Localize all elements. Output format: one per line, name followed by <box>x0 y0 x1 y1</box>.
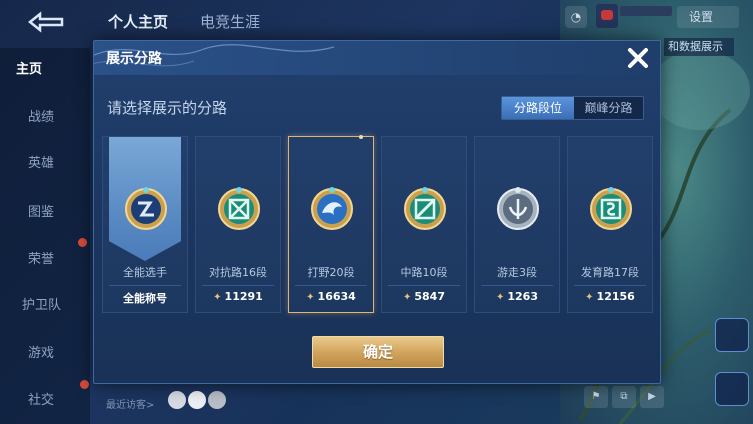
score-icon: ✦ <box>495 292 505 303</box>
recent-visitors[interactable]: 最近访客> <box>106 396 154 411</box>
mid-lane-emblem-icon <box>404 187 446 230</box>
score-icon: ✦ <box>585 292 594 303</box>
sidebar-item-heroes[interactable]: 英雄 <box>0 152 90 176</box>
lane-display-dialog: 展示分路 请选择展示的分路 分路段位 巅峰分路 全能选手 全能称号 对抗路16段… <box>93 40 661 384</box>
dialog-title: 展示分路 <box>106 51 162 67</box>
dialog-header: 展示分路 <box>94 41 660 75</box>
lane-title: 全能称号 <box>123 292 167 305</box>
toggle-lane-rank[interactable]: 分路段位 <box>502 97 574 119</box>
divider <box>388 285 460 286</box>
divider <box>295 285 367 286</box>
jungle-emblem-icon <box>311 187 353 230</box>
lane-score-value: 5847 <box>414 290 445 303</box>
float-button-upper[interactable] <box>715 318 749 352</box>
float-button-lower[interactable] <box>715 372 749 406</box>
sidebar-item-codex[interactable]: 图鉴 <box>0 201 90 225</box>
visitor-avatar[interactable] <box>208 391 226 409</box>
lane-name: 对抗路16段 <box>209 266 267 279</box>
status-bar <box>620 6 672 16</box>
lane-mode-toggle: 分路段位 巅峰分路 <box>501 96 644 120</box>
dialog-subtitle: 请选择展示的分路 <box>107 99 228 117</box>
lane-name: 打野20段 <box>307 266 355 279</box>
toggle-peak-lane[interactable]: 巅峰分路 <box>574 97 643 119</box>
lane-name: 全能选手 <box>123 266 167 279</box>
lane-card-jungle[interactable]: 打野20段 ✦ 16634 <box>288 135 374 313</box>
close-button[interactable] <box>624 44 652 72</box>
lane-card-farm[interactable]: 发育路17段 ✦ 12156 <box>567 136 653 313</box>
visitor-avatar[interactable] <box>188 391 206 409</box>
sidebar: 主页 战绩 英雄 图鉴 荣誉 护卫队 游戏 社交 <box>0 48 90 424</box>
all-round-emblem-icon <box>125 187 167 230</box>
divider <box>574 285 646 286</box>
score-icon: ✦ <box>213 292 222 303</box>
notification-dot <box>80 380 89 389</box>
control-button[interactable]: ⚑ <box>584 386 608 408</box>
notification-icon[interactable]: ◔ <box>565 6 587 28</box>
settings-button[interactable]: 设置 <box>677 6 739 28</box>
lane-score-value: 1263 <box>507 290 538 303</box>
sidebar-item-social[interactable]: 社交 <box>0 389 90 413</box>
lane-score-value: 12156 <box>596 290 635 303</box>
lane-score: ✦ 1263 <box>475 290 559 303</box>
lane-card-mid[interactable]: 中路10段 ✦ 5847 <box>381 136 467 313</box>
avatar[interactable] <box>596 4 618 28</box>
lane-score: ✦ 16634 <box>289 290 373 303</box>
corner-decoration <box>359 135 363 139</box>
lane-name: 发育路17段 <box>581 266 639 279</box>
lane-score: ✦ 5847 <box>382 290 466 303</box>
score-icon: ✦ <box>306 292 315 303</box>
lane-score: ✦ 11291 <box>196 290 280 303</box>
divider <box>481 285 553 286</box>
tab-esports-career[interactable]: 电竞生涯 <box>200 11 260 32</box>
back-arrow-icon <box>27 11 64 33</box>
lane-name: 游走3段 <box>497 266 537 279</box>
clash-lane-emblem-icon <box>218 187 260 230</box>
lane-name: 中路10段 <box>400 266 448 279</box>
visitor-avatar[interactable] <box>168 391 186 409</box>
sidebar-item-guards[interactable]: 护卫队 <box>0 294 90 318</box>
lane-card-all-round[interactable]: 全能选手 全能称号 <box>102 136 188 313</box>
sidebar-item-honor[interactable]: 荣誉 <box>0 248 90 272</box>
back-button[interactable] <box>22 8 70 36</box>
lane-card-roam[interactable]: 游走3段 ✦ 1263 <box>474 136 560 313</box>
control-button[interactable]: ⧉ <box>612 386 636 408</box>
sidebar-item-games[interactable]: 游戏 <box>0 342 90 366</box>
divider <box>202 285 274 286</box>
roam-emblem-icon <box>497 187 539 230</box>
sidebar-item-records[interactable]: 战绩 <box>0 106 90 130</box>
divider <box>109 285 181 286</box>
lane-card-clash[interactable]: 对抗路16段 ✦ 11291 <box>195 136 281 313</box>
score-icon: ✦ <box>402 292 412 303</box>
data-display-tag[interactable]: 和数据展示 <box>664 38 734 56</box>
lane-score-value: 16634 <box>317 290 356 303</box>
lane-cards: 全能选手 全能称号 对抗路16段 ✦ 11291 打野20段 ✦ 16634 中… <box>102 135 654 314</box>
lane-score-value: 11291 <box>224 290 263 303</box>
play-icon[interactable]: ▶ <box>640 386 664 408</box>
close-icon <box>628 48 648 68</box>
confirm-button[interactable]: 确定 <box>312 336 444 368</box>
notification-dot <box>78 238 87 247</box>
tab-personal-home[interactable]: 个人主页 <box>108 11 168 32</box>
farm-lane-emblem-icon <box>590 187 632 230</box>
sidebar-item-home[interactable]: 主页 <box>0 58 90 82</box>
lane-score: ✦ 12156 <box>568 290 652 303</box>
